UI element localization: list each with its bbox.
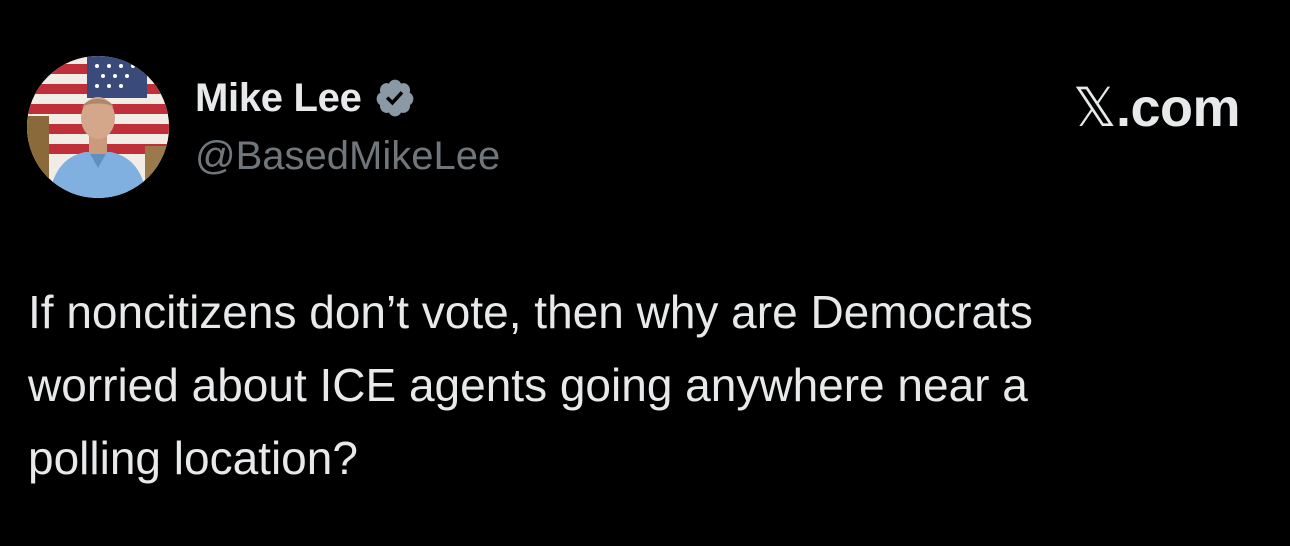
avatar[interactable] [27, 56, 169, 198]
site-logo: 𝕏.com [1072, 76, 1241, 139]
author-handle[interactable]: @BasedMikeLee [195, 134, 500, 179]
x-logo-icon: 𝕏 [1072, 78, 1117, 138]
site-domain-text: .com [1115, 78, 1241, 138]
verified-badge-icon [374, 77, 416, 119]
tweet-text-line: worried about ICE agents going anywhere … [28, 359, 1028, 411]
author-display-name[interactable]: Mike Lee [195, 76, 362, 121]
tweet-text: If noncitizens don’t vote, then why are … [28, 276, 1258, 495]
tweet-text-line: polling location? [28, 432, 358, 484]
avatar-image [27, 56, 169, 198]
tweet-text-line: If noncitizens don’t vote, then why are … [28, 286, 1033, 338]
author-name-row: Mike Lee [195, 74, 416, 122]
